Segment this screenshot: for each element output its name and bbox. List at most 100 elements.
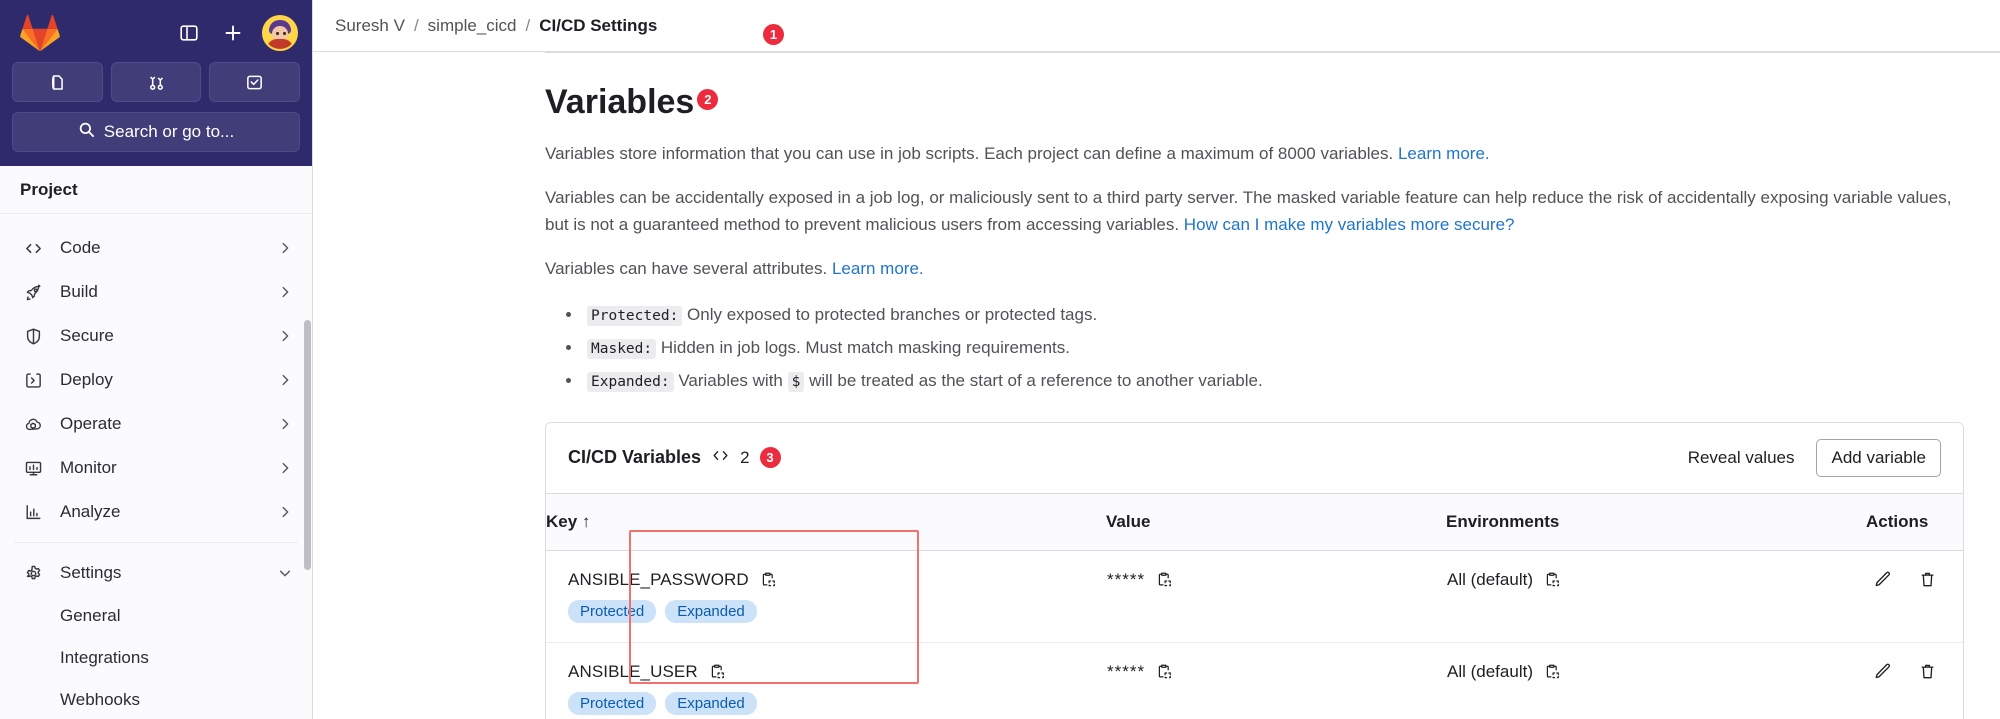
- tag-protected: Protected: [568, 691, 657, 715]
- pencil-icon[interactable]: [1873, 570, 1892, 589]
- page-title: Variables 2: [545, 83, 2000, 122]
- table-body: ANSIBLE_PASSWORD Protected Expanded ****…: [546, 550, 1963, 719]
- copy-icon[interactable]: [1544, 571, 1561, 588]
- rocket-icon: [20, 283, 46, 302]
- card-header-actions: Reveal values Add variable: [1688, 438, 1941, 477]
- cell-actions: [1866, 550, 1963, 643]
- variables-attributes-text: Variables can have several attributes.: [545, 258, 828, 278]
- chevron-right-icon: [278, 505, 292, 519]
- sidebar: Search or go to... Project Code Build Se…: [0, 0, 313, 719]
- sidebar-item-integrations[interactable]: Integrations: [10, 637, 302, 679]
- shield-icon: [20, 327, 46, 346]
- learn-more-link[interactable]: Learn more.: [832, 259, 924, 278]
- sidebar-top-actions: [174, 15, 298, 51]
- secure-variables-link[interactable]: How can I make my variables more secure?: [1184, 215, 1515, 234]
- sidebar-item-operate[interactable]: Operate: [10, 402, 302, 446]
- copy-icon[interactable]: [709, 663, 726, 680]
- issues-shortcut[interactable]: [12, 62, 103, 102]
- sidebar-item-general[interactable]: General: [10, 595, 302, 637]
- variables-intro-text: Variables store information that you can…: [545, 144, 1394, 163]
- breadcrumb-current[interactable]: CI/CD Settings: [539, 16, 657, 36]
- copy-icon[interactable]: [760, 571, 777, 588]
- sidebar-item-label: Code: [60, 238, 101, 257]
- variables-security-paragraph: Variables can be accidentally exposed in…: [545, 184, 1965, 239]
- sidebar-header: Search or go to...: [0, 0, 312, 166]
- sidebar-item-label: Operate: [60, 414, 122, 433]
- search-placeholder: Search or go to...: [103, 122, 235, 141]
- cell-key: ANSIBLE_PASSWORD Protected Expanded: [546, 550, 1106, 643]
- column-header-key-label: Key: [546, 511, 578, 531]
- trash-icon[interactable]: [1918, 662, 1937, 681]
- environment-line: All (default): [1447, 662, 1865, 682]
- code-icon: [20, 239, 46, 258]
- sidebar-item-label: Analyze: [60, 502, 121, 521]
- gitlab-logo-icon[interactable]: [12, 14, 60, 52]
- table-header-row: Key ↑ Value Environments Actions: [546, 493, 1963, 551]
- copy-icon[interactable]: [1544, 663, 1561, 680]
- column-header-environments: Environments: [1446, 493, 1866, 551]
- trash-icon[interactable]: [1918, 570, 1937, 589]
- sidebar-top-row: [12, 10, 300, 56]
- reveal-values-button[interactable]: Reveal values: [1688, 448, 1795, 468]
- deploy-icon: [20, 371, 46, 390]
- sidebar-section-label: Project: [0, 166, 312, 214]
- cicd-variables-card: CI/CD Variables 2 3 Reveal values Add va…: [545, 421, 1964, 719]
- variables-table: Key ↑ Value Environments Actions ANSIBLE…: [546, 493, 1963, 719]
- sidebar-quick-actions: [12, 62, 301, 102]
- attribute-term: Protected:: [587, 306, 683, 327]
- sidebar-scrollbar[interactable]: [304, 320, 311, 570]
- pencil-icon[interactable]: [1873, 662, 1892, 681]
- breadcrumb-separator: /: [525, 15, 531, 35]
- table-row: ANSIBLE_PASSWORD Protected Expanded ****…: [546, 550, 1963, 643]
- breadcrumb-separator: /: [413, 15, 419, 35]
- plus-icon[interactable]: [218, 18, 248, 48]
- variables-count: 2: [740, 447, 750, 467]
- card-title-text: CI/CD Variables: [568, 447, 702, 468]
- sidebar-item-code[interactable]: Code: [10, 226, 302, 270]
- sidebar-item-label: Secure: [60, 326, 114, 345]
- breadcrumb-group[interactable]: Suresh V: [335, 16, 405, 36]
- tag-protected: Protected: [568, 599, 657, 623]
- key-line: ANSIBLE_USER: [568, 662, 1105, 682]
- attribute-code-dollar: $: [787, 372, 805, 393]
- gear-icon: [20, 564, 46, 583]
- column-header-key[interactable]: Key ↑: [546, 493, 1106, 551]
- list-item: Expanded: Variables with $ will be treat…: [583, 364, 2000, 397]
- chevron-down-icon: [278, 566, 292, 580]
- todos-shortcut[interactable]: [209, 62, 301, 102]
- sidebar-item-analyze[interactable]: Analyze: [10, 490, 302, 534]
- sidebar-item-label: Monitor: [60, 458, 117, 477]
- attribute-desc-after: will be treated as the start of a refere…: [809, 371, 1263, 391]
- user-avatar[interactable]: [262, 15, 298, 51]
- attribute-desc: Only exposed to protected branches or pr…: [687, 305, 1098, 325]
- cell-actions: [1866, 642, 1963, 719]
- annotation-marker-2: 2: [697, 89, 719, 110]
- variables-section: Variables 2 Variables store information …: [313, 83, 2000, 719]
- sidebar-item-settings[interactable]: Settings: [10, 551, 302, 595]
- table-header: Key ↑ Value Environments Actions: [546, 493, 1963, 551]
- chevron-right-icon: [278, 373, 292, 387]
- variable-key: ANSIBLE_USER: [568, 661, 698, 681]
- chart-icon: [20, 503, 46, 522]
- add-variable-button[interactable]: Add variable: [1816, 438, 1941, 477]
- merge-requests-shortcut[interactable]: [110, 62, 202, 102]
- learn-more-link[interactable]: Learn more.: [1398, 144, 1490, 163]
- attribute-term: Expanded:: [587, 372, 674, 393]
- copy-icon[interactable]: [1156, 663, 1173, 680]
- cell-value: *****: [1106, 642, 1446, 719]
- copy-icon[interactable]: [1156, 571, 1173, 588]
- sidebar-item-monitor[interactable]: Monitor: [10, 446, 302, 490]
- breadcrumb: Suresh V / simple_cicd / CI/CD Settings …: [313, 0, 2000, 52]
- main-content: Suresh V / simple_cicd / CI/CD Settings …: [313, 0, 2000, 719]
- cloud-pod-icon: [20, 415, 46, 434]
- sidebar-item-webhooks[interactable]: Webhooks: [10, 679, 302, 719]
- sidebar-collapse-icon[interactable]: [174, 18, 204, 48]
- variable-key: ANSIBLE_PASSWORD: [568, 569, 749, 589]
- sidebar-item-build[interactable]: Build: [10, 270, 302, 314]
- variable-environment: All (default): [1447, 569, 1533, 589]
- search-input[interactable]: Search or go to...: [12, 112, 300, 152]
- card-title: CI/CD Variables 2 3: [568, 446, 781, 470]
- breadcrumb-project[interactable]: simple_cicd: [428, 16, 517, 36]
- sidebar-item-deploy[interactable]: Deploy: [10, 358, 302, 402]
- sidebar-item-secure[interactable]: Secure: [10, 314, 302, 358]
